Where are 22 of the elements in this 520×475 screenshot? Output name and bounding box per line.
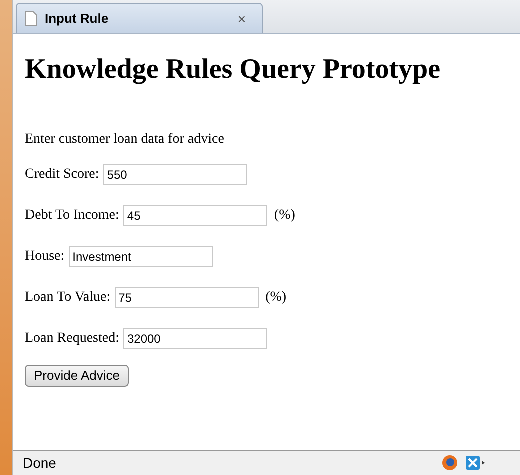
- field-label: House:: [25, 248, 65, 266]
- input-field[interactable]: Investment: [68, 246, 213, 267]
- globe-icon: [442, 455, 458, 471]
- field-label: Debt To Income:: [25, 207, 120, 225]
- page-heading: Knowledge Rules Query Prototype: [25, 53, 441, 87]
- page-icon: [25, 11, 37, 26]
- input-field[interactable]: 45: [123, 205, 268, 226]
- provide-advice-button[interactable]: Provide Advice: [25, 365, 129, 387]
- input-field[interactable]: 32000: [123, 328, 268, 349]
- intro-text: Enter customer loan data for advice: [25, 131, 224, 149]
- unit-label: (%): [266, 289, 287, 307]
- status-text: Done: [23, 454, 58, 472]
- field-label: Loan Requested:: [25, 330, 120, 348]
- field-label: Loan To Value:: [25, 289, 111, 307]
- tab-title: Input Rule: [45, 10, 110, 28]
- input-field[interactable]: 550: [103, 164, 248, 185]
- browser-tab[interactable]: Input Rule ×: [16, 3, 263, 33]
- input-field[interactable]: 75: [114, 287, 259, 308]
- close-button[interactable]: ×: [238, 12, 246, 26]
- extension-icon: [466, 455, 486, 471]
- unit-label: (%): [274, 207, 296, 225]
- field-label: Credit Score:: [25, 166, 100, 184]
